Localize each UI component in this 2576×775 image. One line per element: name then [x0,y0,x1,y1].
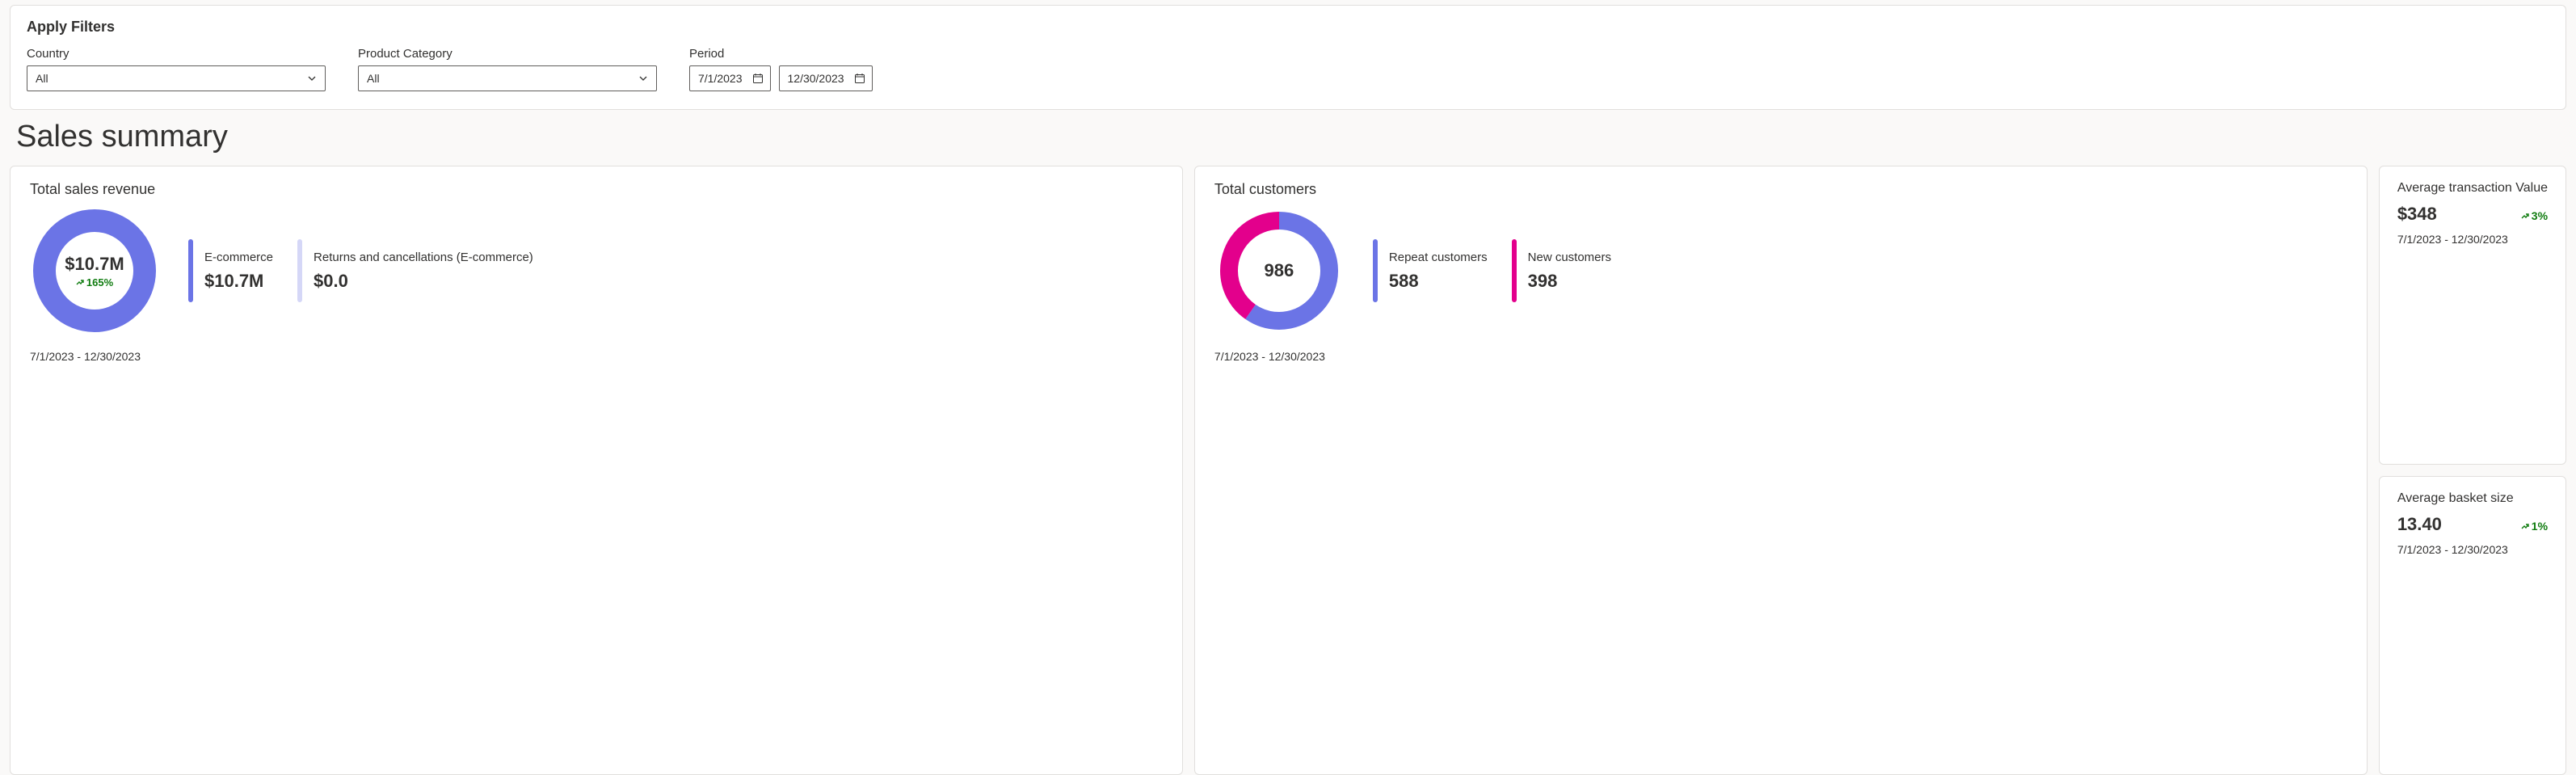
customers-new-text: New customers 398 [1528,251,1611,292]
customers-new-value: 398 [1528,271,1611,292]
avg-basket-delta-value: 1% [2532,520,2548,533]
revenue-card-title: Total sales revenue [30,181,1163,198]
customers-date-range: 7/1/2023 - 12/30/2023 [1214,350,2347,363]
customers-repeat-label: Repeat customers [1389,251,1488,264]
revenue-ecommerce-block: E-commerce $10.7M [188,239,273,302]
revenue-donut-center: $10.7M 165% [30,206,159,335]
avg-basket-date: 7/1/2023 - 12/30/2023 [2397,543,2548,556]
avg-basket-row: 13.40 1% [2397,514,2548,535]
page-title: Sales summary [16,120,2566,154]
period-end-input[interactable]: 12/30/2023 [779,65,873,91]
customers-card-title: Total customers [1214,181,2347,198]
revenue-delta: 165% [76,276,113,289]
revenue-donut: $10.7M 165% [30,206,159,335]
metrics-column: Average transaction Value $348 3% 7/1/20… [2379,166,2566,775]
period-start-input[interactable]: 7/1/2023 [689,65,771,91]
revenue-returns-text: Returns and cancellations (E-commerce) $… [314,251,533,292]
filters-title: Apply Filters [27,19,2549,36]
customers-body: 986 Repeat customers 588 New customers 3… [1214,206,2347,335]
customers-card: Total customers 986 Repeat customers 588 [1194,166,2368,775]
trend-up-icon [2521,522,2529,530]
revenue-ecommerce-text: E-commerce $10.7M [204,251,273,292]
avg-transaction-date: 7/1/2023 - 12/30/2023 [2397,233,2548,246]
indicator-bar-new [1512,239,1517,302]
revenue-returns-block: Returns and cancellations (E-commerce) $… [297,239,533,302]
indicator-bar-repeat [1373,239,1378,302]
revenue-body: $10.7M 165% E-commerce $10.7M Returns a [30,206,1163,335]
country-select[interactable]: All [27,65,326,91]
avg-transaction-value: $348 [2397,204,2437,225]
revenue-date-range: 7/1/2023 - 12/30/2023 [30,350,1163,363]
revenue-delta-value: 165% [86,276,113,289]
filter-product-category: Product Category All [358,47,657,91]
calendar-icon [752,73,764,84]
filter-period-label: Period [689,47,873,61]
customers-repeat-text: Repeat customers 588 [1389,251,1488,292]
period-end-value: 12/30/2023 [788,72,844,85]
trend-up-icon [76,278,84,286]
avg-basket-delta: 1% [2521,520,2548,533]
avg-transaction-card: Average transaction Value $348 3% 7/1/20… [2379,166,2566,465]
filter-product-category-label: Product Category [358,47,657,61]
customers-repeat-value: 588 [1389,271,1488,292]
customers-new-label: New customers [1528,251,1611,264]
period-start-value: 7/1/2023 [698,72,743,85]
cards-row: Total sales revenue $10.7M 165% E-commer… [0,166,2576,775]
revenue-total: $10.7M [65,254,124,275]
avg-transaction-delta-value: 3% [2532,209,2548,222]
customers-total: 986 [1265,260,1294,281]
filter-country: Country All [27,47,326,91]
trend-up-icon [2521,212,2529,220]
avg-transaction-title: Average transaction Value [2397,181,2548,196]
avg-basket-value: 13.40 [2397,514,2442,535]
indicator-bar-ecommerce [188,239,193,302]
avg-transaction-delta: 3% [2521,209,2548,222]
revenue-ecommerce-value: $10.7M [204,271,273,292]
filter-period: Period 7/1/2023 12/30/2023 [689,47,873,91]
country-select-value: All [36,72,48,85]
customers-new-block: New customers 398 [1512,239,1611,302]
filters-card: Apply Filters Country All Product Catego… [10,5,2566,110]
chevron-down-icon [307,74,317,83]
revenue-returns-value: $0.0 [314,271,533,292]
avg-basket-title: Average basket size [2397,491,2548,506]
filter-country-label: Country [27,47,326,61]
period-row: 7/1/2023 12/30/2023 [689,65,873,91]
filters-row: Country All Product Category All Period [27,47,2549,91]
indicator-bar-returns [297,239,302,302]
customers-donut: 986 [1214,206,1344,335]
customers-donut-center: 986 [1214,206,1344,335]
chevron-down-icon [638,74,648,83]
revenue-card: Total sales revenue $10.7M 165% E-commer… [10,166,1183,775]
avg-transaction-row: $348 3% [2397,204,2548,225]
product-category-select[interactable]: All [358,65,657,91]
customers-repeat-block: Repeat customers 588 [1373,239,1488,302]
calendar-icon [854,73,865,84]
revenue-ecommerce-label: E-commerce [204,251,273,264]
avg-basket-card: Average basket size 13.40 1% 7/1/2023 - … [2379,476,2566,775]
revenue-returns-label: Returns and cancellations (E-commerce) [314,251,533,264]
product-category-select-value: All [367,72,380,85]
